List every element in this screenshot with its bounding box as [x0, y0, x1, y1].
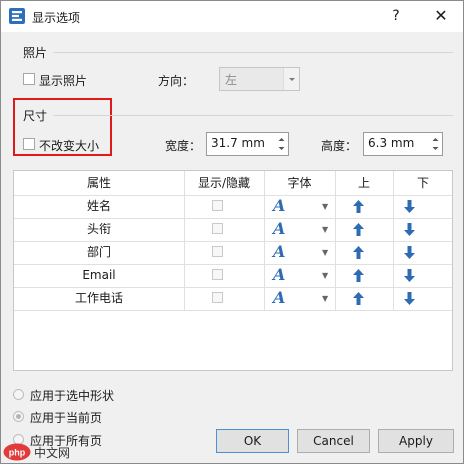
ok-button[interactable]: OK	[216, 429, 289, 453]
php-logo-icon: php	[3, 443, 31, 461]
cancel-button[interactable]: Cancel	[297, 429, 370, 453]
apply-current-page-radio[interactable]	[13, 411, 24, 422]
size-group-divider	[53, 115, 453, 116]
font-dropdown-icon[interactable]: ▼	[322, 271, 328, 280]
font-style-icon[interactable]: A	[273, 219, 285, 238]
app-icon	[9, 8, 25, 24]
apply-selected-shape-label: 应用于选中形状	[30, 389, 115, 403]
up-arrow-icon[interactable]	[353, 246, 364, 259]
apply-selected-shape-radio[interactable]	[13, 389, 24, 400]
row-attribute-name: Email	[82, 268, 116, 282]
visibility-checkbox[interactable]	[212, 292, 223, 303]
column-header-down: 下	[416, 176, 429, 190]
attribute-table: 属性 显示/隐藏 字体 上 下 姓名 A ▼ 头衔 A ▼ 部门 A ▼ Ema…	[13, 170, 453, 371]
down-arrow-icon[interactable]	[404, 269, 415, 282]
close-button[interactable]: ✕	[426, 5, 456, 27]
row-divider	[14, 310, 452, 311]
photo-section-label: 照片	[23, 46, 48, 60]
width-spin-buttons[interactable]	[275, 133, 288, 155]
visibility-checkbox[interactable]	[212, 269, 223, 280]
height-label: 高度：	[321, 139, 358, 153]
chevron-down-icon[interactable]	[283, 68, 299, 90]
watermark-text: 中文网	[34, 446, 71, 460]
row-attribute-name: 头衔	[86, 222, 111, 236]
font-style-icon[interactable]: A	[273, 242, 285, 261]
font-dropdown-icon[interactable]: ▼	[322, 202, 328, 211]
column-header-font: 字体	[287, 176, 312, 190]
table-row[interactable]: 工作电话 A ▼	[14, 287, 452, 310]
direction-value: 左	[225, 73, 238, 87]
display-options-dialog: 显示选项 ? ✕ 照片 显示照片 方向： 左 尺寸 不改变大小 宽度： 31.7…	[0, 0, 464, 464]
keep-size-checkbox[interactable]	[23, 138, 35, 150]
font-style-icon[interactable]: A	[273, 265, 285, 284]
font-dropdown-icon[interactable]: ▼	[322, 225, 328, 234]
column-header-attribute: 属性	[86, 176, 111, 190]
up-arrow-icon[interactable]	[353, 269, 364, 282]
table-row[interactable]: 头衔 A ▼	[14, 218, 452, 241]
row-attribute-name: 工作电话	[74, 291, 123, 305]
font-style-icon[interactable]: A	[273, 288, 285, 307]
column-header-visibility: 显示/隐藏	[197, 176, 251, 190]
font-dropdown-icon[interactable]: ▼	[322, 294, 328, 303]
up-arrow-icon[interactable]	[353, 292, 364, 305]
height-value[interactable]: 6.3 mm	[368, 136, 414, 150]
photo-group-divider	[53, 52, 453, 53]
show-photo-checkbox[interactable]	[23, 73, 35, 85]
up-arrow-icon[interactable]	[353, 200, 364, 213]
table-row[interactable]: 部门 A ▼	[14, 241, 452, 264]
table-row[interactable]: Email A ▼	[14, 264, 452, 287]
direction-label: 方向：	[158, 74, 195, 88]
down-arrow-icon[interactable]	[404, 292, 415, 305]
height-spinner[interactable]: 6.3 mm	[363, 132, 443, 156]
help-button[interactable]: ?	[381, 5, 411, 27]
down-arrow-icon[interactable]	[404, 246, 415, 259]
visibility-checkbox[interactable]	[212, 223, 223, 234]
size-section-label: 尺寸	[23, 109, 48, 123]
visibility-checkbox[interactable]	[212, 246, 223, 257]
show-photo-label: 显示照片	[39, 74, 88, 88]
keep-size-label: 不改变大小	[39, 139, 100, 153]
title-bar: 显示选项 ? ✕	[1, 1, 463, 32]
down-arrow-icon[interactable]	[404, 200, 415, 213]
dialog-title: 显示选项	[32, 11, 81, 25]
up-arrow-icon[interactable]	[353, 223, 364, 236]
width-value[interactable]: 31.7 mm	[211, 136, 265, 150]
svg-text:php: php	[9, 448, 26, 458]
row-attribute-name: 姓名	[86, 199, 111, 213]
direction-select[interactable]: 左	[219, 67, 300, 91]
down-arrow-icon[interactable]	[404, 223, 415, 236]
font-dropdown-icon[interactable]: ▼	[322, 248, 328, 257]
apply-button[interactable]: Apply	[378, 429, 454, 453]
height-spin-buttons[interactable]	[429, 133, 442, 155]
watermark-logo: php 中文网	[3, 441, 85, 463]
row-attribute-name: 部门	[86, 245, 111, 259]
font-style-icon[interactable]: A	[273, 196, 285, 215]
column-header-up: 上	[357, 176, 370, 190]
width-spinner[interactable]: 31.7 mm	[206, 132, 289, 156]
table-row[interactable]: 姓名 A ▼	[14, 195, 452, 218]
visibility-checkbox[interactable]	[212, 200, 223, 211]
width-label: 宽度：	[165, 139, 202, 153]
apply-current-page-label: 应用于当前页	[30, 411, 103, 425]
